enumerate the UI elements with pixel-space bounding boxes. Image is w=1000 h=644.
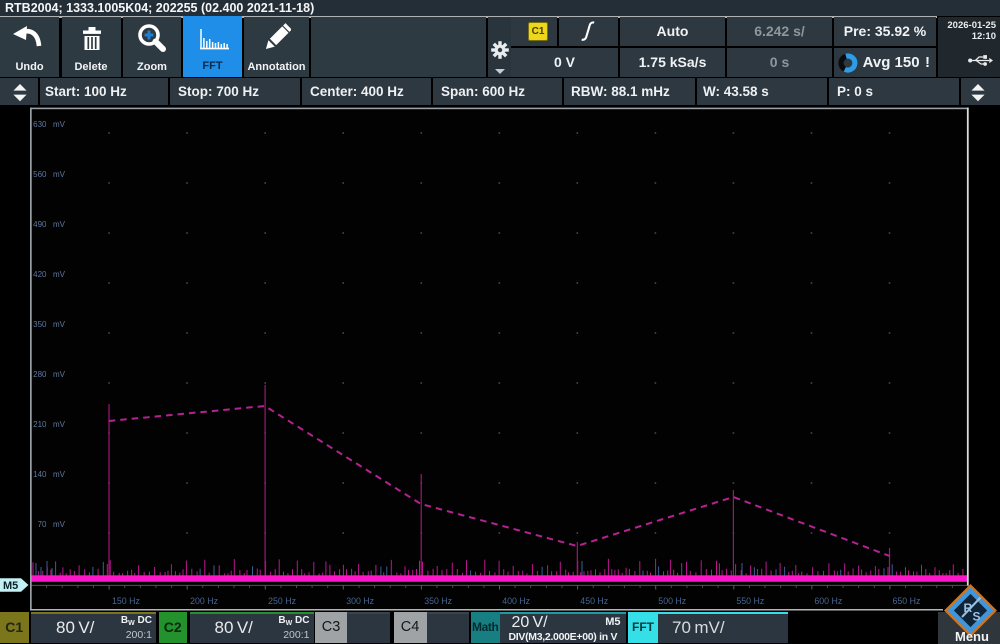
svg-text:mV: mV (53, 270, 66, 279)
svg-text:mV: mV (53, 320, 66, 329)
svg-text:mV: mV (53, 520, 66, 529)
svg-text:420: 420 (33, 270, 47, 279)
svg-text:350: 350 (33, 320, 47, 329)
svg-text:550 Hz: 550 Hz (736, 596, 764, 606)
svg-text:630: 630 (33, 120, 47, 129)
svg-text:mV: mV (53, 420, 66, 429)
svg-text:490: 490 (33, 220, 47, 229)
svg-text:250 Hz: 250 Hz (268, 596, 296, 606)
svg-text:mV: mV (53, 120, 66, 129)
svg-text:350 Hz: 350 Hz (424, 596, 452, 606)
svg-text:150 Hz: 150 Hz (112, 596, 140, 606)
svg-text:mV: mV (53, 470, 66, 479)
svg-text:mV: mV (53, 370, 66, 379)
svg-text:140: 140 (33, 470, 47, 479)
svg-text:450 Hz: 450 Hz (580, 596, 608, 606)
svg-text:560: 560 (33, 170, 47, 179)
svg-text:70: 70 (38, 520, 47, 529)
svg-text:mV: mV (53, 220, 66, 229)
svg-text:S: S (973, 610, 981, 624)
svg-text:650 Hz: 650 Hz (893, 596, 921, 606)
svg-text:280: 280 (33, 370, 47, 379)
svg-text:R: R (964, 601, 973, 615)
svg-text:mV: mV (53, 170, 66, 179)
svg-text:500 Hz: 500 Hz (658, 596, 686, 606)
svg-text:600 Hz: 600 Hz (814, 596, 842, 606)
svg-text:210: 210 (33, 420, 47, 429)
svg-text:M5: M5 (3, 580, 18, 592)
svg-text:200 Hz: 200 Hz (190, 596, 218, 606)
svg-text:300 Hz: 300 Hz (346, 596, 374, 606)
svg-text:400 Hz: 400 Hz (502, 596, 530, 606)
